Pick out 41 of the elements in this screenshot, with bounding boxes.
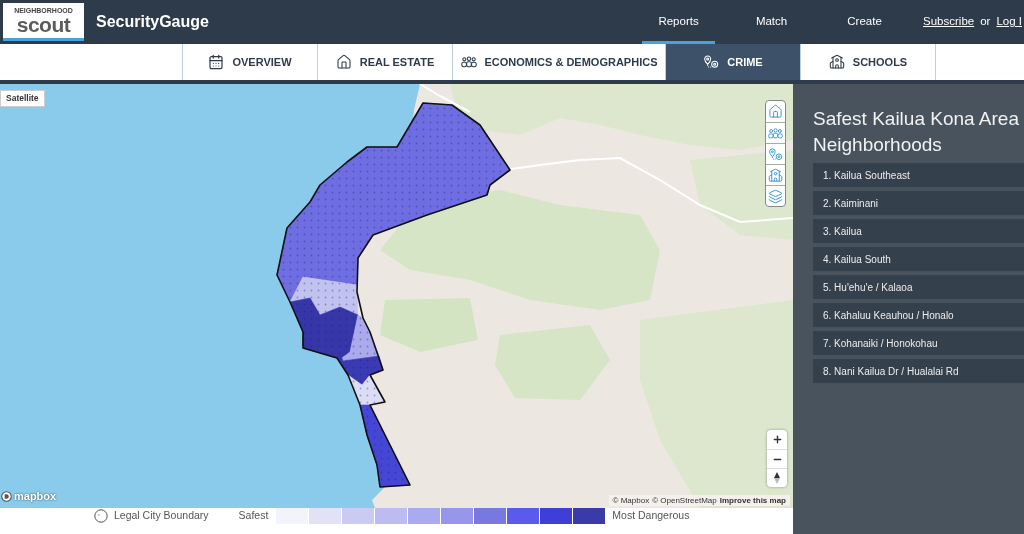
legend-label: Most Dangerous (612, 508, 690, 524)
school-icon (828, 54, 845, 70)
neighborhood-list-item[interactable]: 4. Kailua South (813, 247, 1024, 271)
neighborhood-list-item[interactable]: 2. Kaiminani (813, 191, 1024, 215)
attribution-link[interactable]: © OpenStreetMap (652, 494, 717, 507)
sidebar-title: Safest Kailua Kona Area Neighborhoods (813, 107, 1020, 157)
login-link[interactable]: Log I (996, 13, 1022, 31)
compass-icon (774, 472, 780, 484)
map-logo-text: mapbox (14, 489, 57, 504)
neighborhood-list-item[interactable]: 7. Kohanaiki / Honokohau (813, 331, 1024, 355)
calendar-icon (208, 54, 225, 70)
neighborhood-list-item[interactable]: 5. Hu'ehu'e / Kalaoa (813, 275, 1024, 299)
house-icon (335, 54, 352, 70)
improve-map-link[interactable]: Improve this map (719, 494, 786, 507)
product-title: SecurityGauge (96, 12, 209, 32)
people-group-icon (460, 54, 477, 70)
legend-label: Legal City Boundary (114, 508, 209, 524)
tab[interactable]: CRIME (666, 44, 801, 80)
neighborhood-list-item[interactable]: 3. Kailua (813, 219, 1024, 243)
neighborhood-list-item[interactable]: 6. Kahaluu Keauhou / Honalo (813, 303, 1024, 327)
legend-label: Safest (238, 508, 269, 524)
neighborhood-list-item[interactable]: 1. Kailua Southeast (813, 163, 1024, 187)
logo-text: scout (16, 14, 71, 35)
plus-icon (771, 434, 783, 445)
people-group-icon (768, 125, 783, 141)
subscribe-link[interactable]: Subscribe (923, 13, 975, 31)
house-icon (768, 104, 783, 119)
nav-link[interactable]: Create (828, 0, 902, 44)
neighborhood-list-item[interactable]: 8. Nani Kailua Dr / Hualalai Rd (813, 359, 1024, 383)
school-icon (768, 167, 783, 183)
map-layer-button[interactable] (766, 164, 785, 185)
map-pins-icon (768, 146, 783, 162)
map-layer-button[interactable] (766, 185, 785, 206)
map-pins-icon (703, 54, 720, 70)
satellite-button[interactable]: Satellite (0, 90, 45, 107)
logo-icon (1, 490, 12, 502)
layers-icon (768, 188, 783, 204)
attribution-link[interactable]: © Mapbox (612, 494, 650, 507)
separator-text: or (980, 14, 991, 30)
nav-link[interactable]: Match (735, 0, 809, 44)
circle-icon (94, 509, 108, 523)
